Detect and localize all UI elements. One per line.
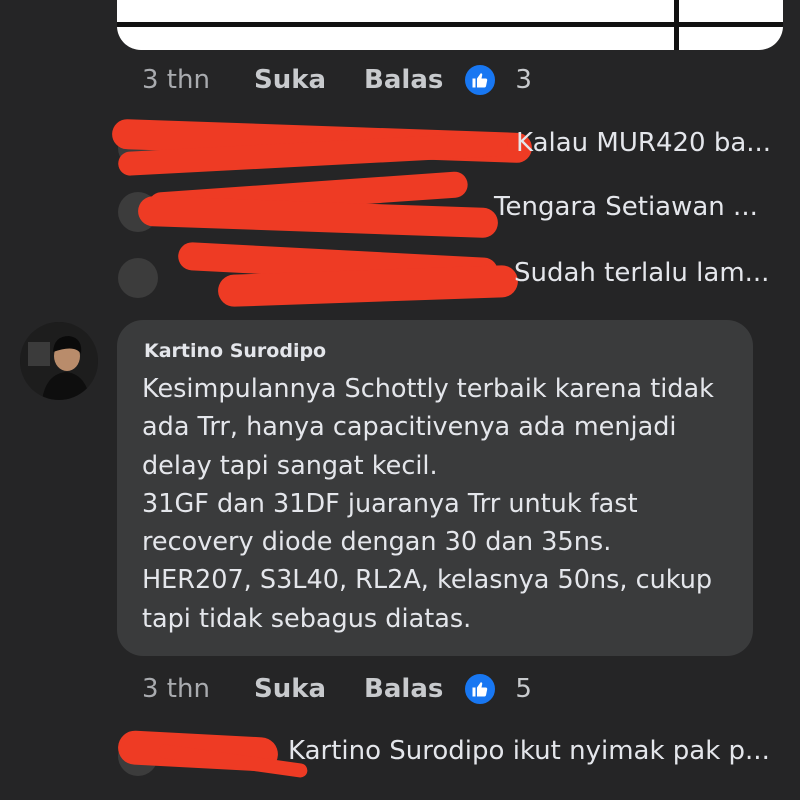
comment-text-line: HER207, S3L40, RL2A, kelasnya 50ns, cuku…: [142, 565, 713, 596]
reply-item[interactable]: Sudah terlalu lam...: [118, 241, 798, 308]
comment-text-line: tapi tidak sebagus diatas.: [142, 603, 472, 634]
comment-actions-top: 3 thn Suka Balas 3: [142, 63, 532, 97]
comment-text-line: ada Trr, hanya capacitivenya ada menjadi: [142, 412, 677, 443]
comment-text-line: delay tapi sangat kecil.: [142, 450, 438, 481]
redaction-scribble: [137, 195, 499, 239]
reply-preview-text: Tengara Setiawan ...: [494, 192, 758, 222]
comment-bubble: Kartino Surodipo Kesimpulannya Schottly …: [117, 320, 753, 656]
reaction-count: 5: [515, 674, 532, 704]
image-divider-vertical: [674, 0, 679, 50]
shared-image-card[interactable]: [117, 0, 783, 50]
avatar[interactable]: [20, 322, 98, 400]
reply-button[interactable]: Balas: [364, 65, 443, 95]
thumbs-up-icon[interactable]: [463, 672, 498, 706]
avatar[interactable]: [118, 258, 158, 298]
thumbs-up-icon[interactable]: [463, 63, 498, 97]
reply-item[interactable]: Tengara Setiawan ...: [118, 170, 798, 239]
comment-timestamp: 3 thn: [142, 674, 210, 704]
reply-preview-text: Kalau MUR420 ba...: [516, 128, 772, 158]
reply-button[interactable]: Balas: [364, 674, 443, 704]
comment-author[interactable]: Kartino Surodipo: [144, 340, 326, 362]
reaction-count: 3: [515, 65, 532, 95]
comment-timestamp: 3 thn: [142, 65, 210, 95]
reply-item[interactable]: Kalau MUR420 ba...: [111, 118, 798, 177]
comment-body: Kesimpulannya Schottly terbaik karena ti…: [142, 370, 742, 638]
reply-item[interactable]: Kartino Surodipo ikut nyimak pak p...: [117, 729, 798, 779]
like-button[interactable]: Suka: [254, 65, 326, 95]
comment-text-line: 31GF dan 31DF juaranya Trr untuk fast: [142, 488, 638, 519]
reply-preview-text: Sudah terlalu lam...: [514, 258, 770, 288]
comment-text-line: recovery diode dengan 30 dan 35ns.: [142, 527, 612, 558]
like-button[interactable]: Suka: [254, 674, 326, 704]
image-divider-horizontal: [117, 22, 783, 27]
comment-text-line: Kesimpulannya Schottly terbaik karena ti…: [142, 374, 714, 404]
comment-actions: 3 thn Suka Balas 5: [142, 672, 532, 706]
reply-preview-text: Kartino Surodipo ikut nyimak pak p...: [288, 736, 770, 766]
